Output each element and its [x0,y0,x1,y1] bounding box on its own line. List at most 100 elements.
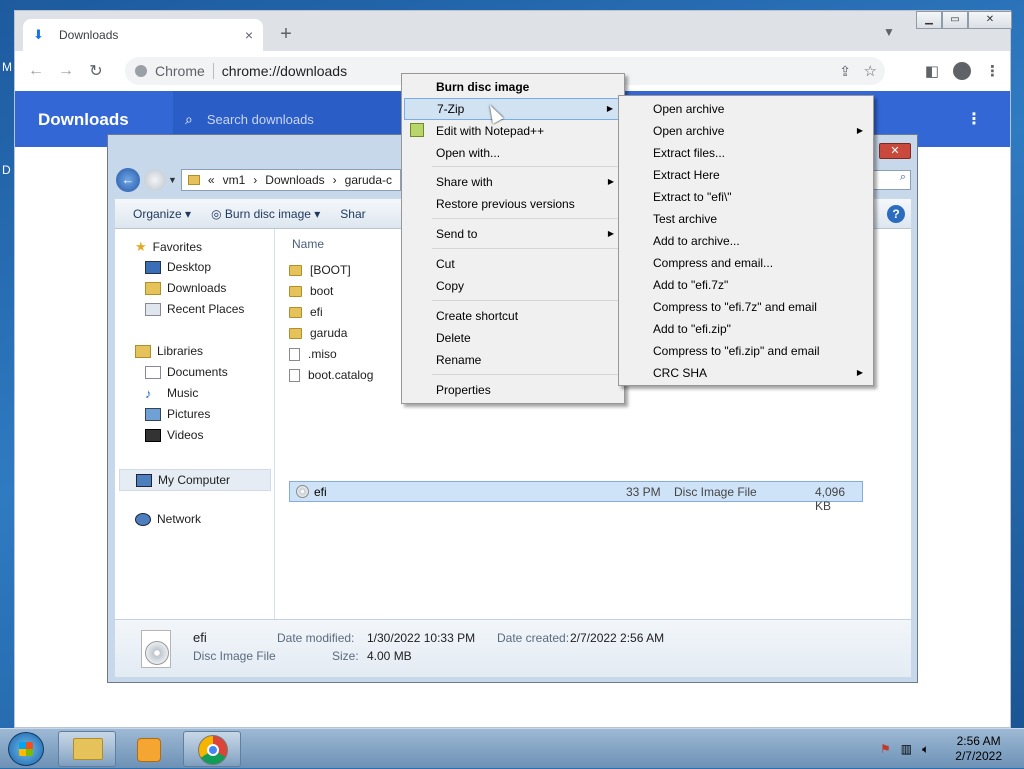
start-button[interactable] [8,732,44,766]
menu-item-share-with[interactable]: Share with ▶ [404,171,622,193]
share-icon[interactable]: ⇪ [839,63,851,80]
nav-videos[interactable]: Videos [145,428,203,442]
nav-pictures[interactable]: Pictures [145,407,210,421]
forward-arrow-icon[interactable]: → [51,62,81,80]
taskbar-chrome-button[interactable] [183,731,241,767]
menu-item-open-with[interactable]: Open with... [404,142,622,164]
menu-item-edit-notepadpp[interactable]: Edit with Notepad++ [404,120,622,142]
downloads-menu-icon[interactable]: ⋮ [966,109,982,129]
burn-disc-image-button[interactable]: ◎ Burn disc image ▾ [211,207,320,221]
nav-downloads[interactable]: Downloads [145,281,226,295]
submenu-item-extract-files[interactable]: Extract files... [621,142,871,164]
tab-downloads[interactable]: ⬇ Downloads × [23,19,263,51]
url-text: chrome://downloads [221,63,348,79]
breadcrumb[interactable]: « vm1 › Downloads › garuda-c [180,169,401,191]
desktop-edge-letter: D [2,163,11,177]
submenu-item-add-7z[interactable]: Add to "efi.7z" [621,274,871,296]
music-icon: ♪ [145,385,152,401]
taskbar-explorer-button[interactable] [58,731,116,767]
menu-separator [432,218,620,219]
menu-item-copy[interactable]: Copy [404,275,622,297]
menu-kebab-icon[interactable]: ⋮ [985,62,1000,80]
menu-item-burn-disc-image[interactable]: Burn disc image [404,76,622,98]
list-item[interactable]: boot [289,284,333,298]
explorer-search-icon[interactable]: ⌕ [871,170,911,190]
back-arrow-icon[interactable]: ← [21,62,51,80]
submenu-item-add-zip[interactable]: Add to "efi.zip" [621,318,871,340]
tab-search-chevron-icon[interactable]: ▼ [883,25,895,39]
column-header-name[interactable]: Name [292,237,324,251]
omnibox-separator [212,63,214,79]
submenu-item-extract-here[interactable]: Extract Here [621,164,871,186]
submenu-item-crc-sha[interactable]: CRC SHA ▶ [621,362,871,384]
volume-icon[interactable]: 🔈︎ [922,742,929,757]
maximize-button[interactable]: ▭ [942,11,968,29]
menu-item-properties[interactable]: Properties [404,379,622,401]
menu-item-7zip[interactable]: 7-Zip ▶ [404,98,622,120]
back-arrow-icon[interactable]: ← [116,168,140,192]
submenu-item-open-archive[interactable]: Open archive [621,98,871,120]
share-button[interactable]: Shar [340,207,365,221]
disc-icon: ◎ [211,206,222,221]
menu-separator [432,374,620,375]
submenu-item-add-to-archive[interactable]: Add to archive... [621,230,871,252]
list-item[interactable]: [BOOT] [289,263,351,277]
details-pane: efi Disc Image File Date modified: 1/30/… [115,619,911,677]
menu-item-rename[interactable]: Rename [404,349,622,371]
nav-recent-places[interactable]: Recent Places [145,302,244,316]
details-size-label: Size: [332,649,359,663]
nav-desktop[interactable]: Desktop [145,260,211,274]
close-tab-icon[interactable]: × [245,27,253,43]
submenu-item-compress-7z-email[interactable]: Compress to "efi.7z" and email [621,296,871,318]
bookmark-star-icon[interactable]: ☆ [864,62,877,80]
page-title: Downloads [38,110,129,129]
selected-file-row[interactable]: efi 33 PM Disc Image File 4,096 KB [289,481,863,513]
documents-icon [145,365,161,379]
history-dropdown-icon[interactable]: ▼ [168,175,177,185]
folder-icon [289,264,302,276]
submenu-item-extract-to[interactable]: Extract to "efi\" [621,186,871,208]
submenu-item-compress-zip-email[interactable]: Compress to "efi.zip" and email [621,340,871,362]
list-item[interactable]: boot.catalog [289,368,373,382]
breadcrumb-part[interactable]: Downloads [265,173,324,187]
nav-network[interactable]: Network [135,512,201,526]
menu-item-create-shortcut[interactable]: Create shortcut [404,305,622,327]
network-icon [135,512,151,526]
list-item[interactable]: .miso [289,347,337,361]
breadcrumb-part[interactable]: vm1 [223,173,246,187]
breadcrumb-part[interactable]: garuda-c [345,173,392,187]
forward-arrow-icon[interactable] [144,169,166,191]
submenu-item-open-archive-more[interactable]: Open archive ▶ [621,120,871,142]
desktop-icon [145,260,161,274]
organize-button[interactable]: Organize ▾ [133,207,191,221]
nav-documents[interactable]: Documents [145,365,228,379]
nav-my-computer[interactable]: My Computer [119,469,271,491]
nav-libraries[interactable]: Libraries [135,344,203,358]
list-item[interactable]: efi [289,305,323,319]
submenu-item-compress-email[interactable]: Compress and email... [621,252,871,274]
minimize-button[interactable]: ▁ [916,11,942,29]
menu-item-send-to[interactable]: Send to ▶ [404,223,622,245]
profile-avatar-icon[interactable] [953,62,971,80]
new-tab-button[interactable]: + [273,21,299,47]
explorer-close-button[interactable]: ✕ [879,143,911,159]
side-panel-icon[interactable]: ◧ [925,62,939,80]
nav-favorites[interactable]: ★ Favorites [135,239,202,255]
close-window-button[interactable]: ✕ [968,11,1012,29]
submenu-item-test-archive[interactable]: Test archive [621,208,871,230]
reload-icon[interactable]: ↻ [81,61,111,81]
menu-item-restore-previous[interactable]: Restore previous versions [404,193,622,215]
folder-icon [289,285,302,297]
details-created-label: Date created: [497,631,570,645]
nav-music[interactable]: ♪ Music [145,386,198,400]
help-icon[interactable]: ? [887,205,905,223]
list-item[interactable]: garuda [289,326,347,340]
menu-item-cut[interactable]: Cut [404,253,622,275]
breadcrumb-part: › [253,173,258,187]
clock[interactable]: 2:56 AM 2/7/2022 [955,734,1002,764]
network-tray-icon[interactable]: ▥ [901,742,912,756]
taskbar-media-player-button[interactable] [120,731,178,767]
action-center-flag-icon[interactable]: ⚑ [880,742,891,756]
menu-item-delete[interactable]: Delete [404,327,622,349]
downloads-folder-icon [145,281,161,295]
